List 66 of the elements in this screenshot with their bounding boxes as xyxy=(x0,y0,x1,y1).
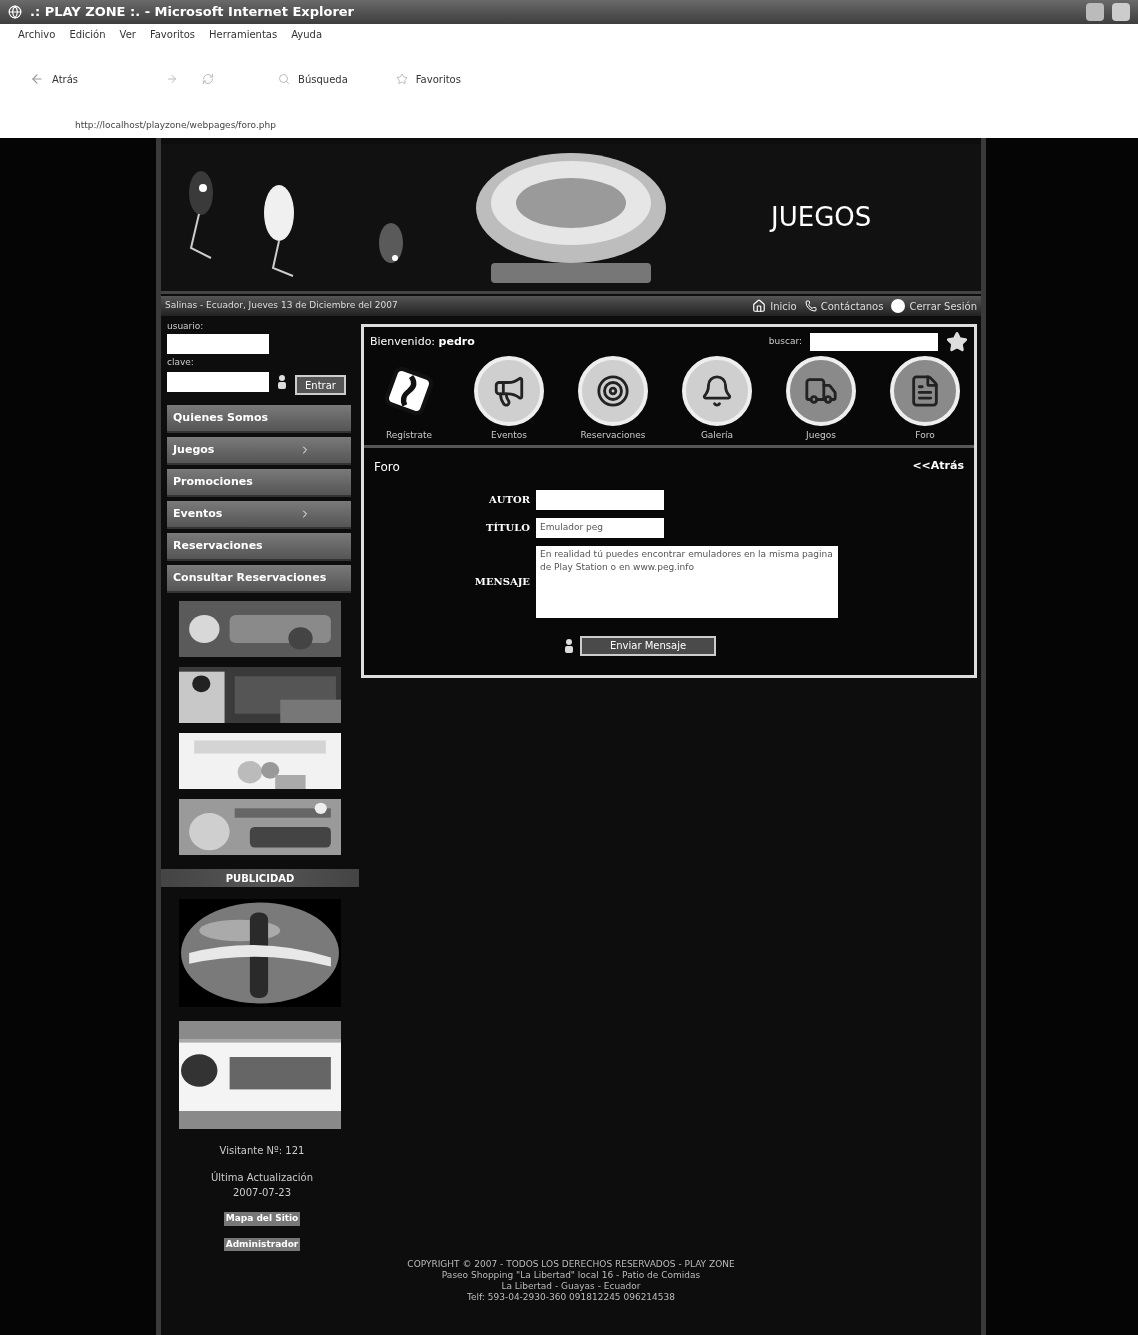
menu-item[interactable]: Ver xyxy=(119,26,136,42)
star-icon[interactable] xyxy=(395,73,408,85)
sidebar-menu-item[interactable]: Quienes Somos xyxy=(167,405,351,433)
home-icon[interactable] xyxy=(752,299,767,313)
back-link[interactable]: <<Atrás xyxy=(912,457,964,476)
footer-text: Telf: 593-04-2930-360 091812245 096214538 xyxy=(467,1292,675,1303)
sidebar-menu-item[interactable]: Eventos xyxy=(167,501,351,529)
send-button[interactable]: Enviar Mensaje xyxy=(580,635,716,656)
update-label: Última Actualización xyxy=(210,1170,314,1185)
phone-icon[interactable] xyxy=(804,300,817,312)
welcome-text: Bienvenido: pedro xyxy=(370,333,476,350)
menu-item[interactable]: Archivo xyxy=(18,26,56,42)
sidebar-menu-item[interactable]: Consultar Reservaciones xyxy=(167,565,351,593)
search-field[interactable] xyxy=(810,333,938,351)
maximize-button[interactable] xyxy=(1112,3,1130,21)
nav-link[interactable]: Cerrar Sesión xyxy=(909,298,977,314)
browser-icon xyxy=(8,5,22,19)
menu-item[interactable]: Ayuda xyxy=(291,26,323,42)
username-field[interactable] xyxy=(167,333,269,354)
shortcut-link[interactable]: Foro xyxy=(915,429,935,443)
field-label: usuario: xyxy=(167,320,205,333)
login-button[interactable]: Entrar xyxy=(295,375,346,395)
footer-text: Paseo Shopping "La Libertad" local 16 - Patio de Comidas xyxy=(441,1270,701,1281)
page-title: Foro xyxy=(374,458,400,476)
menu-item[interactable]: Favoritos xyxy=(149,26,196,42)
window-title: .: PLAY ZONE :. - Microsoft Internet Explorer xyxy=(30,3,356,22)
sidebar-menu-item[interactable]: Juegos xyxy=(167,437,351,465)
update-date: 2007-07-23 xyxy=(232,1186,292,1200)
sidebar-menu-item[interactable]: Reservaciones xyxy=(167,533,351,561)
mascot-icon xyxy=(564,638,574,653)
footer-link[interactable]: Administrador xyxy=(223,1237,301,1251)
visitor-count: Visitante Nº: 121 xyxy=(219,1144,305,1158)
section-title: JUEGOS xyxy=(771,201,872,234)
sidebar-menu-item[interactable]: Promociones xyxy=(167,469,351,497)
minimize-button[interactable] xyxy=(1086,3,1104,21)
toolbar-button[interactable]: Atrás xyxy=(52,71,79,87)
section-heading: PUBLICIDAD xyxy=(161,869,359,887)
field-label: TÍTULO xyxy=(484,521,530,535)
date-text: Salinas - Ecuador, Jueves 13 de Diciembre del 2007 xyxy=(165,299,399,313)
toolbar-button[interactable]: Búsqueda xyxy=(298,71,348,87)
shortcut-link[interactable]: Eventos xyxy=(491,429,527,443)
field-label: clave: xyxy=(167,355,195,369)
input-field[interactable]: Emulador peg xyxy=(536,517,664,538)
mascot-icon xyxy=(277,375,287,389)
shortcut-link[interactable]: Reservaciones xyxy=(580,429,646,443)
star-icon[interactable] xyxy=(946,331,968,353)
footer-text: La Libertad - Guayas - Ecuador xyxy=(501,1281,641,1292)
password-field[interactable] xyxy=(167,372,269,392)
nav-link[interactable]: Contáctanos xyxy=(820,298,884,314)
menu-item[interactable]: Edición xyxy=(69,26,106,42)
field-label: MENSAJE xyxy=(473,575,530,589)
search-label: buscar: xyxy=(768,335,802,349)
back-icon[interactable] xyxy=(30,72,44,86)
menu-item[interactable]: Herramientas xyxy=(209,26,278,42)
field-label: AUTOR xyxy=(488,493,530,507)
shortcut-link[interactable]: Juegos xyxy=(806,429,836,443)
footer-link[interactable]: Mapa del Sitio xyxy=(223,1212,301,1226)
shortcut-link[interactable]: Regístrate xyxy=(385,429,433,443)
footer-text: COPYRIGHT © 2007 - TODOS LOS DERECHOS RESERVADOS - PLAY ZONE xyxy=(407,1259,735,1270)
input-field[interactable] xyxy=(536,489,664,510)
message-field[interactable]: En realidad tú puedes encontrar emuladores en la misma pagina de Play Station o en www.peg.info xyxy=(536,545,838,618)
shortcut-link[interactable]: Galería xyxy=(700,429,734,443)
nav-link[interactable]: Inicio xyxy=(770,298,797,314)
toolbar-button[interactable]: Favoritos xyxy=(415,71,461,87)
address-field[interactable]: http://localhost/playzone/webpages/foro.php xyxy=(75,119,276,133)
logout-icon[interactable] xyxy=(891,299,906,313)
